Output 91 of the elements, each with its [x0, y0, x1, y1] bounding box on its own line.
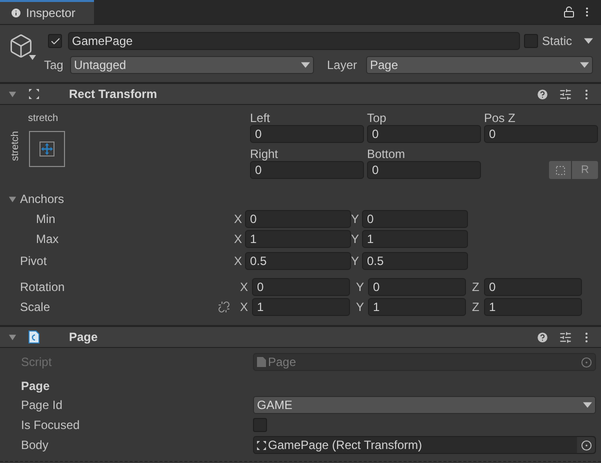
number-field[interactable]: 0: [245, 210, 351, 228]
number-field[interactable]: 0: [367, 125, 481, 143]
number-field[interactable]: 1: [484, 298, 582, 316]
axis-label: Z: [472, 299, 480, 316]
preset-horizontal-label: stretch: [28, 113, 58, 125]
settings-icon[interactable]: [559, 330, 572, 344]
rect-transform-icon: [257, 440, 266, 450]
object-field[interactable]: GamePage (Rect Transform): [253, 436, 596, 454]
row-label: Scale: [19, 299, 52, 316]
axis-label: X: [240, 299, 250, 316]
settings-icon[interactable]: [559, 88, 572, 100]
layer-label: Layer: [327, 57, 358, 74]
layer-dropdown[interactable]: Page: [366, 56, 593, 74]
field-label: Bottom: [367, 146, 406, 161]
object-picker-icon[interactable]: [580, 440, 592, 450]
name-field[interactable]: GamePage: [68, 32, 520, 50]
number-field[interactable]: 0: [250, 125, 364, 143]
anchors-label: Anchors: [20, 191, 64, 208]
focus-checkbox[interactable]: [253, 418, 267, 432]
static-label: Static: [542, 33, 572, 50]
field-label: Pos Z: [484, 110, 516, 125]
stretch-arrows-icon: [39, 141, 55, 157]
axis-label: Y: [351, 231, 360, 248]
axis-label: X: [234, 231, 244, 248]
caret-icon: [583, 402, 592, 408]
static-checkbox[interactable]: [524, 34, 538, 48]
lock-icon[interactable]: [563, 6, 575, 18]
blueprint-mode-button[interactable]: [549, 161, 571, 179]
number-field[interactable]: 1: [368, 298, 466, 316]
active-checkbox[interactable]: [48, 34, 62, 48]
anchor-preset-button[interactable]: [29, 131, 65, 167]
axis-label: X: [234, 211, 244, 228]
axis-label: Y: [356, 279, 366, 296]
property-label: Page Id: [20, 397, 64, 414]
component-title: Page: [69, 329, 98, 346]
dashed-square-icon: [556, 166, 564, 174]
anchors-foldout-icon[interactable]: [8, 194, 17, 204]
field-label: Left: [250, 110, 272, 125]
number-field[interactable]: 0: [484, 278, 582, 296]
number-field[interactable]: 0: [484, 125, 598, 143]
axis-label: Z: [472, 279, 480, 296]
component-title: Rect Transform: [69, 86, 158, 103]
info-icon: [10, 7, 22, 19]
caret-icon: [584, 38, 593, 44]
script-file-icon: [28, 330, 40, 344]
number-field[interactable]: 1: [252, 298, 350, 316]
unlinked-icon[interactable]: [218, 301, 230, 313]
component-header[interactable]: Page: [0, 326, 601, 348]
rect-transform-icon: [28, 88, 40, 100]
axis-label: X: [234, 253, 244, 270]
number-field[interactable]: 1: [362, 230, 468, 248]
axis-label: Y: [351, 253, 360, 270]
row-label: Rotation: [19, 279, 66, 296]
axis-label: Y: [351, 211, 360, 228]
component-header[interactable]: Rect Transform: [0, 83, 601, 105]
section-heading: Page: [20, 378, 51, 395]
help-icon[interactable]: [536, 88, 549, 100]
cube-icon[interactable]: [8, 33, 34, 59]
property-label: Body: [20, 437, 50, 454]
help-icon[interactable]: [536, 330, 549, 344]
inspector-tab[interactable]: Inspector: [0, 0, 94, 24]
caret-icon: [301, 62, 310, 68]
axis-label: Y: [356, 299, 366, 316]
number-field[interactable]: 1: [245, 230, 351, 248]
number-field[interactable]: 0: [362, 210, 468, 228]
number-field[interactable]: 0.5: [245, 252, 351, 270]
caret-icon: [580, 62, 589, 68]
preset-vertical-label: stretch: [10, 131, 22, 162]
tag-dropdown[interactable]: Untagged: [70, 56, 314, 74]
row-label: Min: [35, 211, 56, 228]
dropdown-caret-icon[interactable]: [29, 55, 36, 60]
field-label: Top: [367, 110, 388, 125]
row-label: Max: [35, 231, 60, 248]
tag-label: Tag: [44, 57, 64, 74]
script-name: Page: [268, 354, 296, 371]
tab-title: Inspector: [26, 5, 76, 22]
number-field[interactable]: 0: [368, 278, 466, 296]
page-id-dropdown[interactable]: GAME: [253, 396, 596, 414]
number-field[interactable]: 0.5: [362, 252, 468, 270]
number-field[interactable]: 0: [250, 161, 364, 179]
foldout-arrow-icon[interactable]: [8, 332, 17, 342]
check-icon: [50, 36, 60, 46]
field-label: Right: [250, 146, 280, 161]
script-file-icon: [257, 357, 266, 367]
property-label: Is Focused: [20, 417, 81, 434]
number-field[interactable]: 0: [252, 278, 350, 296]
row-label: Pivot: [19, 253, 48, 270]
object-value: GamePage (Rect Transform): [268, 437, 422, 454]
axis-label: X: [240, 279, 250, 296]
number-field[interactable]: 0: [367, 161, 481, 179]
foldout-arrow-icon[interactable]: [8, 90, 17, 98]
